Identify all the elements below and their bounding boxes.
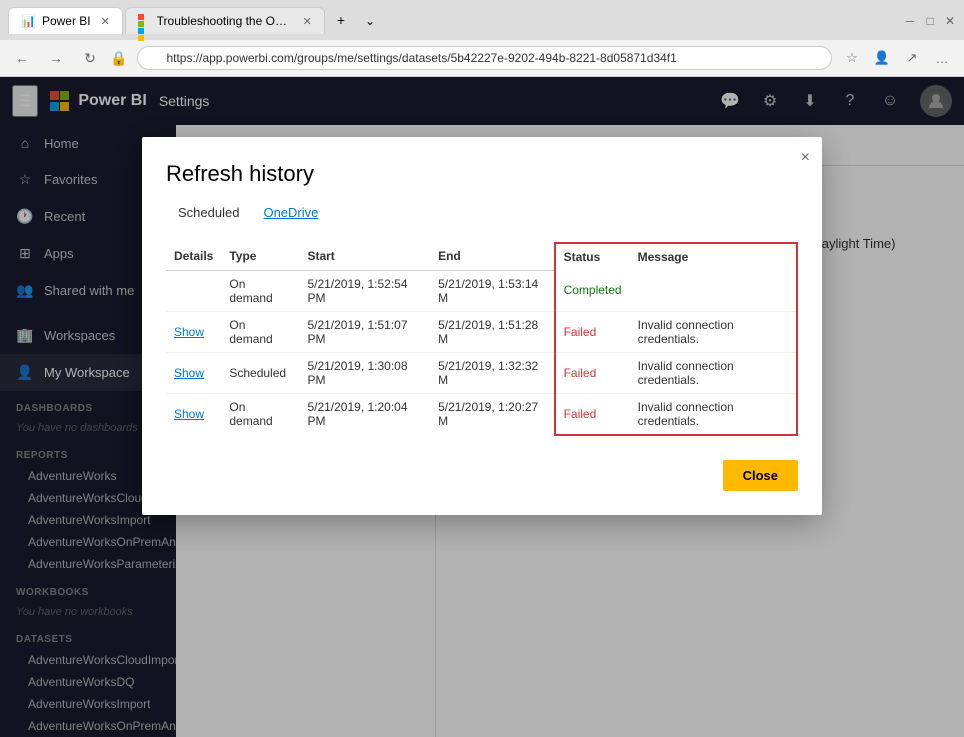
tab2-favicon: [138, 14, 151, 28]
tabs-dropdown[interactable]: ⌄: [357, 8, 383, 34]
table-row: On demand 5/21/2019, 1:52:54 PM 5/21/201…: [166, 270, 797, 311]
status-failed-badge-1: Failed: [564, 325, 597, 339]
app-container: ☰ Power BI Settings 💬 ⚙ ⬇ ? ☺ ⌂: [0, 77, 964, 737]
cell-start-3: 5/21/2019, 1:20:04 PM: [299, 393, 430, 435]
status-failed-badge-2: Failed: [564, 366, 597, 380]
modal-tab-scheduled[interactable]: Scheduled: [166, 199, 251, 226]
browser-actions: ☆ 👤 ↗ …: [838, 44, 956, 72]
cell-end-2: 5/21/2019, 1:32:32 M: [430, 352, 554, 393]
tab1-title: Power BI: [42, 14, 91, 28]
close-modal-button[interactable]: Close: [723, 460, 798, 491]
cell-status-1: Failed: [555, 311, 630, 352]
close-window-button[interactable]: ✕: [944, 14, 956, 26]
cell-details-2[interactable]: Show: [166, 352, 221, 393]
modal-tabs: Scheduled OneDrive: [166, 199, 798, 226]
table-row: Show Scheduled 5/21/2019, 1:30:08 PM 5/2…: [166, 352, 797, 393]
profile-button[interactable]: 👤: [868, 44, 896, 72]
table-row: Show On demand 5/21/2019, 1:51:07 PM 5/2…: [166, 311, 797, 352]
cell-message-2: Invalid connection credentials.: [630, 352, 797, 393]
cell-type-2: Scheduled: [221, 352, 299, 393]
col-status: Status: [555, 243, 630, 270]
cell-type-0: On demand: [221, 270, 299, 311]
refresh-history-modal: Refresh history × Scheduled OneDrive Det…: [142, 137, 822, 515]
show-link-1[interactable]: Show: [174, 325, 204, 339]
modal-tab-onedrive[interactable]: OneDrive: [251, 199, 330, 226]
status-completed-badge: Completed: [564, 283, 622, 297]
modal-close-button[interactable]: ×: [801, 149, 810, 167]
cell-start-0: 5/21/2019, 1:52:54 PM: [299, 270, 430, 311]
modal-footer: Close: [166, 460, 798, 491]
cell-status-0: Completed: [555, 270, 630, 311]
more-button[interactable]: …: [928, 44, 956, 72]
tab2-title: Troubleshooting the On-pr...: [157, 14, 293, 28]
col-end: End: [430, 243, 554, 270]
browser-tab-2[interactable]: Troubleshooting the On-pr... ✕: [125, 7, 325, 34]
cell-details-0: [166, 270, 221, 311]
browser-tab-1[interactable]: 📊 Power BI ✕: [8, 7, 123, 34]
modal-title: Refresh history: [166, 161, 798, 187]
cell-details-1[interactable]: Show: [166, 311, 221, 352]
browser-chrome: 📊 Power BI ✕ Troubleshooting the On-pr..…: [0, 0, 964, 77]
history-table: Details Type Start End Status Message On…: [166, 242, 798, 436]
browser-addressbar: ← → ↻ 🔒 ☆ 👤 ↗ …: [0, 40, 964, 76]
cell-start-2: 5/21/2019, 1:30:08 PM: [299, 352, 430, 393]
table-body: On demand 5/21/2019, 1:52:54 PM 5/21/201…: [166, 270, 797, 435]
cell-end-3: 5/21/2019, 1:20:27 M: [430, 393, 554, 435]
share-button[interactable]: ↗: [898, 44, 926, 72]
lock-icon: 🔒: [110, 50, 127, 67]
forward-button[interactable]: →: [42, 44, 70, 72]
col-message: Message: [630, 243, 797, 270]
col-details: Details: [166, 243, 221, 270]
browser-tabs: 📊 Power BI ✕ Troubleshooting the On-pr..…: [8, 6, 383, 34]
status-failed-badge-3: Failed: [564, 407, 597, 421]
table-row: Show On demand 5/21/2019, 1:20:04 PM 5/2…: [166, 393, 797, 435]
col-type: Type: [221, 243, 299, 270]
back-button[interactable]: ←: [8, 44, 36, 72]
window-controls: ─ □ ✕: [904, 14, 956, 26]
browser-titlebar: 📊 Power BI ✕ Troubleshooting the On-pr..…: [0, 0, 964, 40]
cell-message-1: Invalid connection credentials.: [630, 311, 797, 352]
table-header: Details Type Start End Status Message: [166, 243, 797, 270]
address-input[interactable]: [137, 46, 832, 70]
cell-type-1: On demand: [221, 311, 299, 352]
refresh-button[interactable]: ↻: [76, 44, 104, 72]
col-start: Start: [299, 243, 430, 270]
cell-type-3: On demand: [221, 393, 299, 435]
cell-message-3: Invalid connection credentials.: [630, 393, 797, 435]
cell-message-0: [630, 270, 797, 311]
cell-details-3[interactable]: Show: [166, 393, 221, 435]
tab1-close[interactable]: ✕: [101, 15, 110, 28]
tab2-close[interactable]: ✕: [303, 15, 312, 28]
cell-status-3: Failed: [555, 393, 630, 435]
modal-overlay: Refresh history × Scheduled OneDrive Det…: [0, 77, 964, 737]
show-link-2[interactable]: Show: [174, 366, 204, 380]
minimize-button[interactable]: ─: [904, 14, 916, 26]
cell-end-0: 5/21/2019, 1:53:14 M: [430, 270, 554, 311]
show-link-3[interactable]: Show: [174, 407, 204, 421]
cell-start-1: 5/21/2019, 1:51:07 PM: [299, 311, 430, 352]
cell-end-1: 5/21/2019, 1:51:28 M: [430, 311, 554, 352]
tab1-favicon: 📊: [21, 14, 36, 28]
cell-status-2: Failed: [555, 352, 630, 393]
bookmark-button[interactable]: ☆: [838, 44, 866, 72]
new-tab-button[interactable]: +: [327, 6, 355, 34]
maximize-button[interactable]: □: [924, 14, 936, 26]
